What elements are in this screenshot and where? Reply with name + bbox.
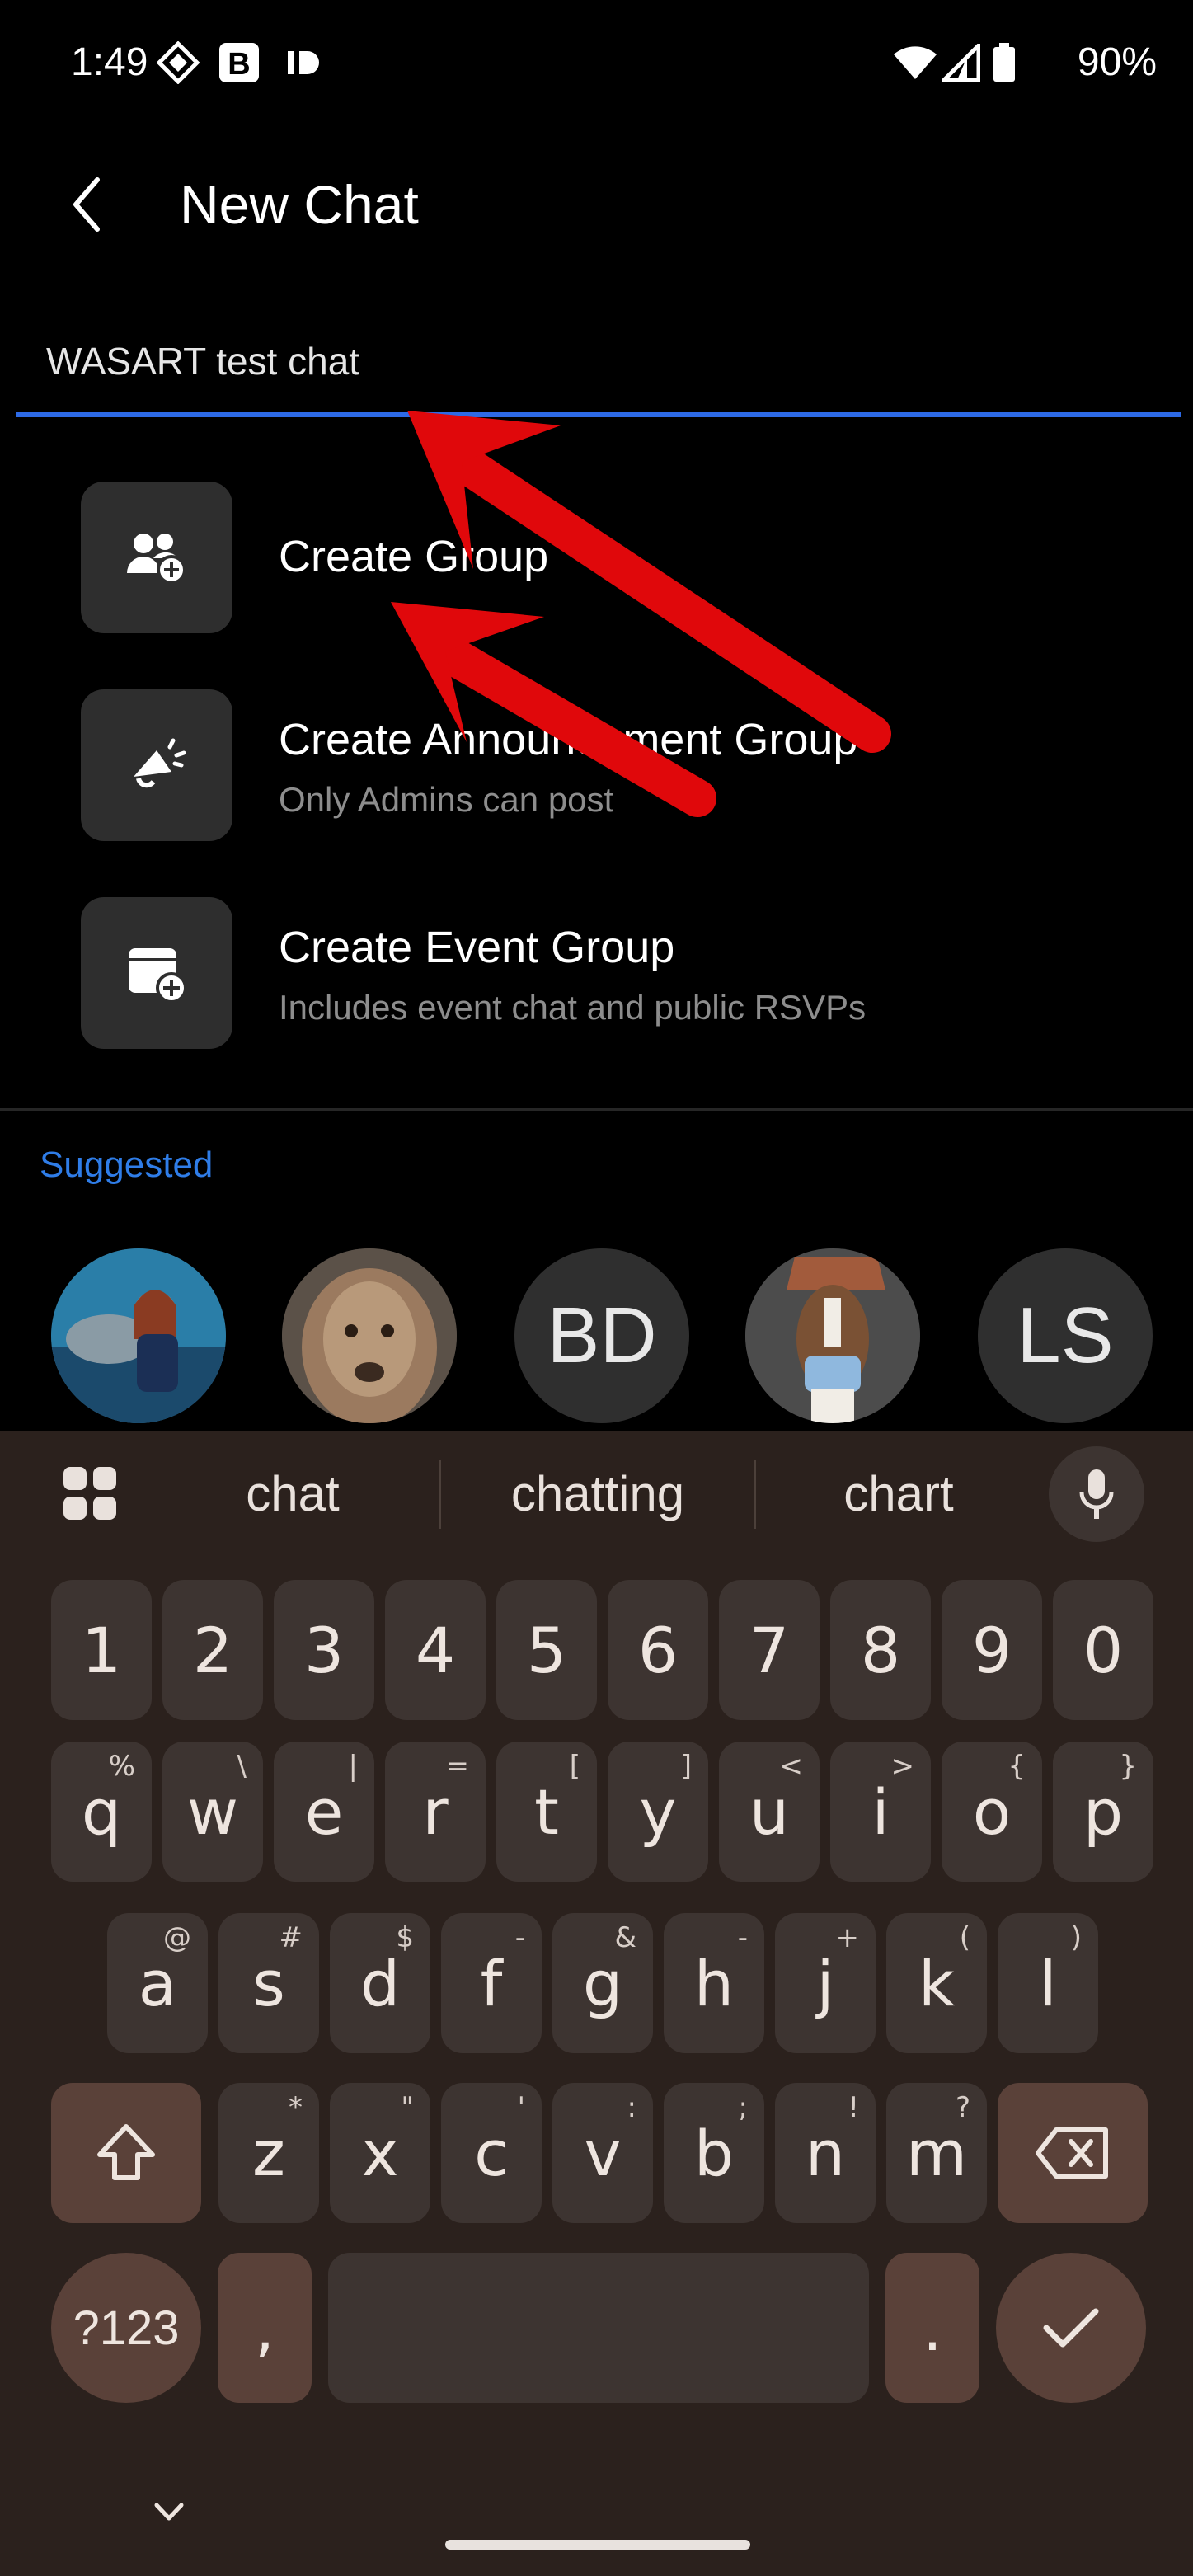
status-time: 1:49 bbox=[71, 40, 148, 84]
key-i[interactable]: i > bbox=[830, 1742, 931, 1882]
key-g[interactable]: g & bbox=[552, 1913, 653, 2053]
key-r[interactable]: r = bbox=[385, 1742, 486, 1882]
chat-name-field-wrap bbox=[16, 322, 1181, 421]
battery-icon bbox=[989, 41, 1019, 84]
shift-key[interactable] bbox=[51, 2083, 201, 2223]
key-o[interactable]: o{ bbox=[942, 1742, 1042, 1882]
key-x[interactable]: x " bbox=[330, 2083, 430, 2223]
key-3[interactable]: 3 bbox=[274, 1580, 374, 1720]
suggested-contact-avatar[interactable] bbox=[51, 1248, 226, 1423]
key-j[interactable]: j + bbox=[775, 1913, 876, 2053]
svg-text:B: B bbox=[228, 47, 250, 82]
key-c[interactable]: c ' bbox=[441, 2083, 542, 2223]
backspace-icon bbox=[1036, 2127, 1108, 2179]
group-add-icon bbox=[81, 482, 232, 633]
key-b[interactable]: b; bbox=[664, 2083, 764, 2223]
shift-icon bbox=[97, 2124, 155, 2180]
chevron-left-icon bbox=[73, 177, 100, 232]
soft-keyboard: chat chatting chart 1 2 3 4 5 6 7 8 9 0 … bbox=[0, 1431, 1193, 2576]
create-announcement-group-option[interactable]: Create Announcement Group Only Admins ca… bbox=[81, 689, 1153, 841]
key-f[interactable]: f- bbox=[441, 1913, 542, 2053]
key-4[interactable]: 4 bbox=[385, 1580, 486, 1720]
microphone-icon bbox=[1079, 1469, 1114, 1519]
key-t[interactable]: t[ bbox=[496, 1742, 597, 1882]
suggested-contact-avatar[interactable] bbox=[282, 1248, 457, 1423]
cell-signal-icon bbox=[940, 41, 983, 84]
calendar-add-icon bbox=[81, 897, 232, 1049]
key-8[interactable]: 8 bbox=[830, 1580, 931, 1720]
chat-name-input[interactable] bbox=[16, 322, 1181, 421]
id-app-icon bbox=[282, 41, 325, 84]
key-0[interactable]: 0 bbox=[1053, 1580, 1153, 1720]
key-1[interactable]: 1 bbox=[51, 1580, 152, 1720]
key-q[interactable]: q% bbox=[51, 1742, 152, 1882]
diamond-app-icon bbox=[155, 41, 201, 84]
key-k[interactable]: k( bbox=[886, 1913, 987, 2053]
key-d[interactable]: d $ bbox=[330, 1913, 430, 2053]
key-7[interactable]: 7 bbox=[719, 1580, 820, 1720]
battery-percent: 90% bbox=[1077, 40, 1157, 84]
suggested-heading: Suggested bbox=[40, 1145, 214, 1185]
check-icon bbox=[1043, 2308, 1099, 2348]
create-announcement-group-label: Create Announcement Group bbox=[279, 715, 858, 764]
key-v[interactable]: v: bbox=[552, 2083, 653, 2223]
key-2[interactable]: 2 bbox=[162, 1580, 263, 1720]
create-group-option[interactable]: Create Group bbox=[81, 482, 1153, 633]
grid-icon bbox=[63, 1467, 116, 1520]
key-p[interactable]: p} bbox=[1053, 1742, 1153, 1882]
key-m[interactable]: m? bbox=[886, 2083, 987, 2223]
megaphone-icon bbox=[81, 689, 232, 841]
create-announcement-group-subtitle: Only Admins can post bbox=[279, 780, 614, 819]
b-app-icon: B bbox=[216, 41, 262, 84]
key-w[interactable]: w \ bbox=[162, 1742, 263, 1882]
key-u[interactable]: u < bbox=[719, 1742, 820, 1882]
suggestion-chip[interactable]: chatting bbox=[445, 1431, 750, 1555]
key-n[interactable]: n! bbox=[775, 2083, 876, 2223]
suggestion-chip[interactable]: chart bbox=[759, 1431, 1039, 1555]
suggestion-separator bbox=[754, 1460, 756, 1529]
hide-keyboard-button[interactable] bbox=[148, 2495, 190, 2536]
create-group-label: Create Group bbox=[279, 532, 549, 581]
create-event-group-subtitle: Includes event chat and public RSVPs bbox=[279, 988, 867, 1027]
enter-key[interactable] bbox=[996, 2253, 1146, 2403]
chevron-down-icon bbox=[154, 2503, 184, 2521]
gesture-nav-handle[interactable] bbox=[445, 2540, 750, 2550]
key-l[interactable]: l) bbox=[998, 1913, 1098, 2053]
space-key[interactable] bbox=[328, 2253, 869, 2403]
key-h[interactable]: h- bbox=[664, 1913, 764, 2053]
key-e[interactable]: e | bbox=[274, 1742, 374, 1882]
back-button[interactable] bbox=[64, 172, 114, 237]
key-9[interactable]: 9 bbox=[942, 1580, 1042, 1720]
page-title: New Chat bbox=[180, 174, 419, 235]
suggestion-chip[interactable]: chat bbox=[148, 1431, 437, 1555]
create-event-group-label: Create Event Group bbox=[279, 923, 675, 972]
period-key[interactable]: . bbox=[885, 2253, 979, 2403]
voice-input-button[interactable] bbox=[1049, 1446, 1144, 1542]
create-event-group-option[interactable]: Create Event Group Includes event chat a… bbox=[81, 897, 1153, 1049]
key-y[interactable]: y] bbox=[608, 1742, 708, 1882]
suggested-contact-avatar[interactable] bbox=[745, 1248, 920, 1423]
wifi-icon bbox=[890, 41, 940, 84]
status-bar: 1:49 B 90% bbox=[0, 0, 1193, 124]
suggestion-separator bbox=[439, 1460, 441, 1529]
backspace-key[interactable] bbox=[998, 2083, 1148, 2223]
divider bbox=[0, 1108, 1193, 1111]
suggested-contact-avatar[interactable]: BD bbox=[514, 1248, 689, 1423]
key-5[interactable]: 5 bbox=[496, 1580, 597, 1720]
comma-key[interactable]: , bbox=[218, 2253, 312, 2403]
symbols-key[interactable]: ?123 bbox=[51, 2253, 201, 2403]
apps-grid-button[interactable] bbox=[45, 1431, 135, 1555]
suggested-contact-avatar[interactable]: LS bbox=[978, 1248, 1153, 1423]
input-focus-underline bbox=[16, 412, 1181, 417]
key-s[interactable]: s # bbox=[218, 1913, 319, 2053]
key-z[interactable]: z * bbox=[218, 2083, 319, 2223]
key-6[interactable]: 6 bbox=[608, 1580, 708, 1720]
key-a[interactable]: a @ bbox=[107, 1913, 208, 2053]
